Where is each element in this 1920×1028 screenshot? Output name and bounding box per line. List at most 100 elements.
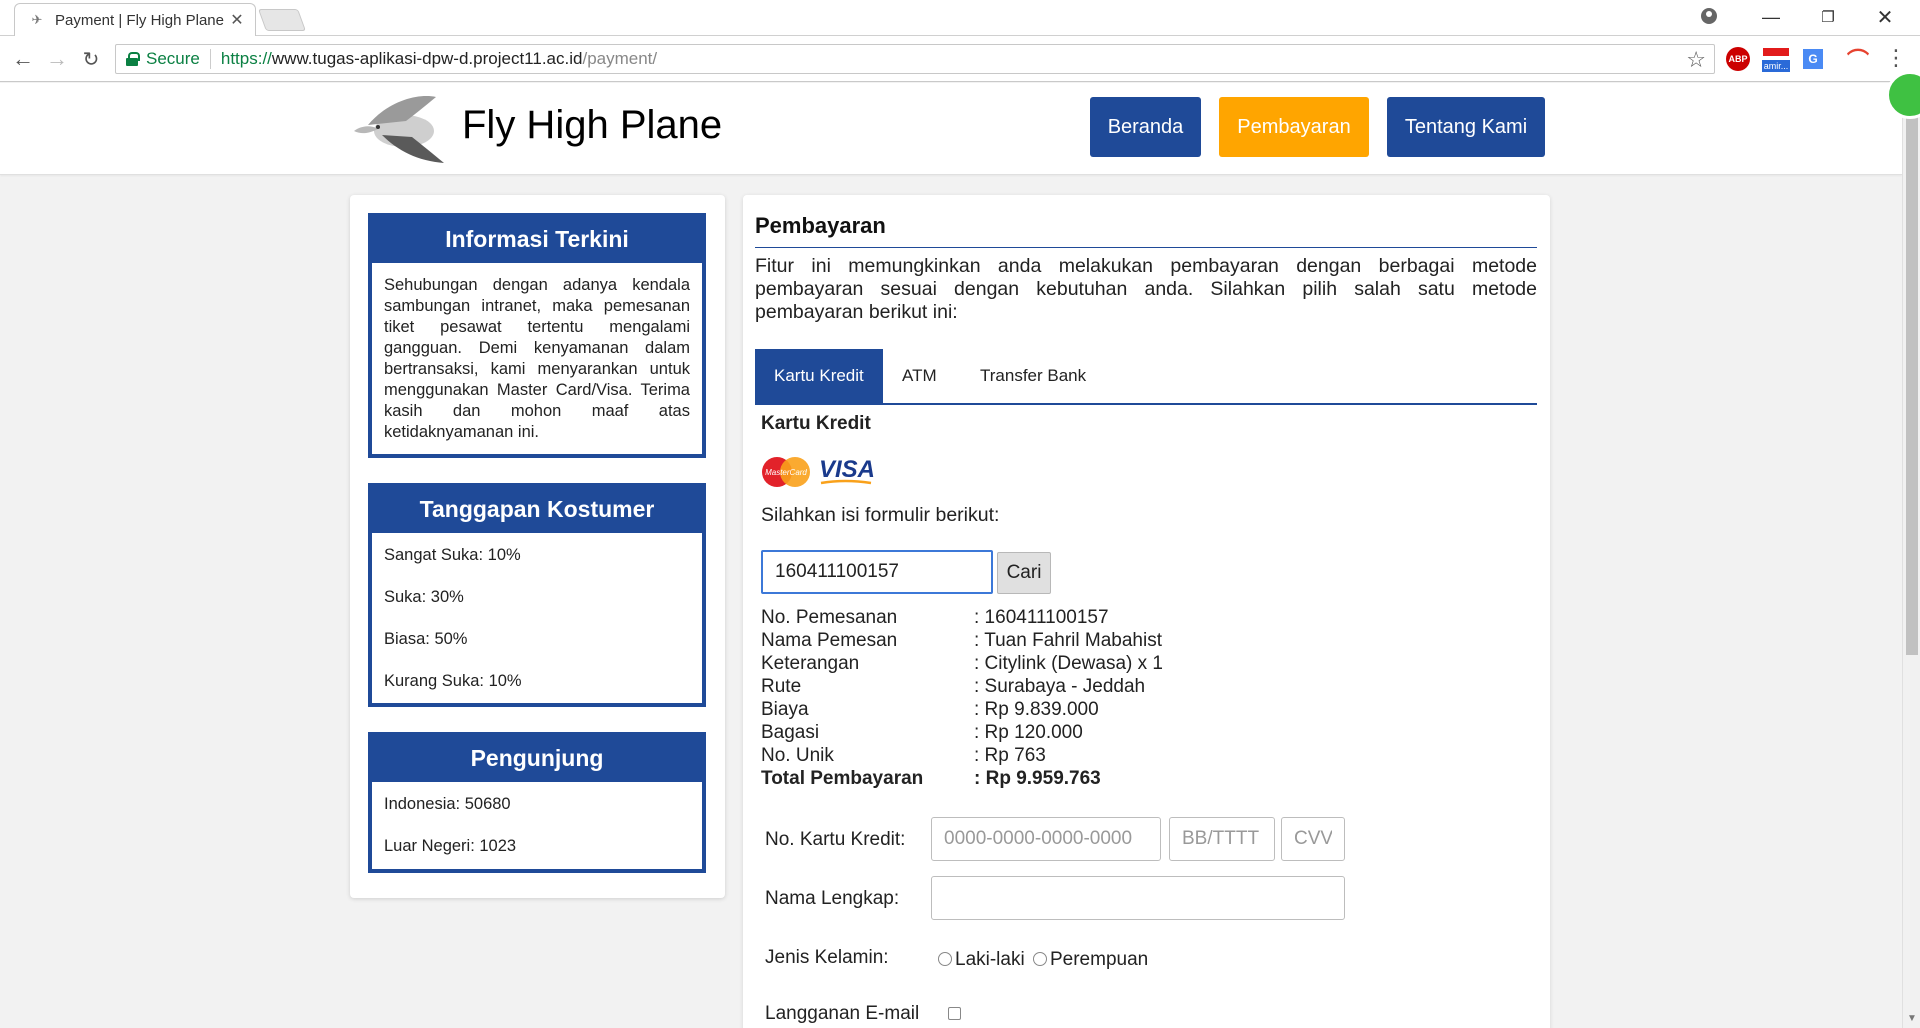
info-widget-text: Sehubungan dengan adanya kendala sambung… bbox=[384, 276, 690, 441]
page-scrollbar[interactable]: ▼ bbox=[1886, 71, 1920, 1028]
detail-label: No. Pemesanan bbox=[761, 607, 898, 628]
close-tab-icon[interactable]: ✕ bbox=[229, 10, 245, 30]
info-widget: Informasi Terkini Sehubungan dengan adan… bbox=[368, 213, 706, 458]
response-widget-title: Tanggapan Kostumer bbox=[372, 487, 702, 533]
url-host: www.tugas-aplikasi-dpw-d.project11.ac.id bbox=[271, 49, 583, 68]
close-window-icon[interactable]: ✕ bbox=[1857, 0, 1913, 34]
browser-tab[interactable]: ✈ Payment | Fly High Plane ✕ bbox=[14, 3, 256, 36]
gender-female-label: Perempuan bbox=[1049, 949, 1149, 970]
customer-response-widget: Tanggapan Kostumer Sangat Suka: 10% Suka… bbox=[368, 483, 706, 707]
new-tab-button[interactable] bbox=[257, 9, 307, 31]
search-button[interactable]: Cari bbox=[997, 552, 1051, 594]
page-viewport: Fly High Plane Beranda Pembayaran Tentan… bbox=[0, 83, 1902, 1028]
total-value: : Rp 9.959.763 bbox=[974, 768, 1101, 789]
detail-label: Rute bbox=[761, 676, 802, 697]
flag-extension-icon[interactable]: amir... bbox=[1760, 46, 1792, 74]
response-item: Kurang Suka: 10% bbox=[384, 672, 522, 690]
detail-row: Rute : Surabaya - Jeddah bbox=[761, 675, 1261, 698]
site-header: Fly High Plane Beranda Pembayaran Tentan… bbox=[0, 83, 1902, 175]
bookmark-star-icon[interactable]: ☆ bbox=[1686, 47, 1706, 73]
detail-row: Nama Pemesan : Tuan Fahril Mabahist bbox=[761, 629, 1261, 652]
detail-row: No. Unik : Rp 763 bbox=[761, 744, 1261, 767]
newsletter-checkbox[interactable] bbox=[948, 1007, 961, 1020]
expiry-input[interactable] bbox=[1169, 817, 1275, 861]
order-number-input[interactable] bbox=[761, 550, 993, 594]
sidebar: Informasi Terkini Sehubungan dengan adan… bbox=[350, 195, 725, 898]
detail-label: Bagasi bbox=[761, 722, 820, 743]
main-content: Pembayaran Fitur ini memungkinkan anda m… bbox=[743, 195, 1550, 1028]
extension-badge: amir... bbox=[1761, 60, 1791, 72]
detail-label: Nama Pemesan bbox=[761, 630, 898, 651]
payment-tabs: Kartu Kredit ATM Transfer Bank bbox=[755, 349, 1537, 405]
restore-icon[interactable]: ❐ bbox=[1800, 0, 1856, 34]
profile-icon[interactable] bbox=[1698, 5, 1720, 27]
order-details: No. Pemesanan : 160411100157 Nama Pemesan… bbox=[761, 606, 1261, 790]
total-row: Total Pembayaran : Rp 9.959.763 bbox=[761, 767, 1261, 790]
full-name-input[interactable] bbox=[931, 876, 1345, 920]
card-number-input[interactable] bbox=[931, 817, 1161, 861]
detail-label: No. Unik bbox=[761, 745, 834, 766]
detail-value: : 160411100157 bbox=[974, 607, 1109, 628]
back-icon[interactable]: ← bbox=[8, 44, 38, 74]
detail-value: : Rp 9.839.000 bbox=[974, 699, 1099, 720]
visa-text: VISA bbox=[819, 456, 875, 483]
gender-options: Laki-laki Perempuan bbox=[938, 949, 1148, 971]
translate-extension-icon[interactable]: G bbox=[1803, 49, 1823, 69]
response-item: Sangat Suka: 10% bbox=[384, 546, 521, 564]
detail-value: : Surabaya - Jeddah bbox=[974, 676, 1146, 697]
gender-male-radio[interactable] bbox=[938, 952, 952, 966]
gender-label: Jenis Kelamin: bbox=[765, 947, 889, 968]
gender-female-radio[interactable] bbox=[1032, 952, 1047, 966]
reload-icon[interactable]: ↻ bbox=[76, 44, 106, 74]
detail-value: : Citylink (Dewasa) x 1 bbox=[974, 653, 1163, 674]
minimize-icon[interactable]: — bbox=[1743, 0, 1799, 34]
url-scheme: https:// bbox=[220, 49, 272, 68]
total-label: Total Pembayaran bbox=[761, 768, 924, 789]
detail-row: Biaya : Rp 9.839.000 bbox=[761, 698, 1261, 721]
detail-label: Keterangan bbox=[761, 653, 860, 674]
forward-icon[interactable]: → bbox=[42, 44, 72, 74]
browser-toolbar: ← → ↻ Secure https:// www.tugas-aplikasi… bbox=[0, 36, 1920, 82]
detail-label: Biaya bbox=[761, 699, 809, 720]
visitor-item: Luar Negeri: 1023 bbox=[384, 837, 517, 855]
bird-logo-icon bbox=[354, 96, 444, 163]
browser-tabstrip: ✈ Payment | Fly High Plane ✕ — ❐ ✕ bbox=[0, 0, 1920, 36]
newsletter-label: Langganan E-mail bbox=[765, 1003, 920, 1024]
detail-value: : Rp 120.000 bbox=[974, 722, 1083, 743]
rainbow-extension-icon[interactable]: ⌒ bbox=[1845, 46, 1871, 73]
detail-value: : Rp 763 bbox=[974, 745, 1046, 766]
title-divider bbox=[755, 247, 1537, 248]
address-bar[interactable]: Secure https:// www.tugas-aplikasi-dpw-d… bbox=[115, 44, 1715, 74]
nav-pembayaran-button[interactable]: Pembayaran bbox=[1219, 97, 1369, 157]
response-item: Biasa: 50% bbox=[384, 630, 468, 648]
browser-menu-icon[interactable]: ⋮ bbox=[1885, 46, 1907, 70]
mastercard-text: MasterCard bbox=[765, 468, 807, 477]
info-widget-title: Informasi Terkini bbox=[372, 217, 702, 263]
nav-beranda-button[interactable]: Beranda bbox=[1090, 97, 1201, 157]
site-title: Fly High Plane bbox=[462, 103, 723, 147]
tab-title: Payment | Fly High Plane bbox=[55, 11, 224, 29]
mastercard-logo-icon: MasterCard bbox=[762, 457, 810, 487]
scrollbar-thumb[interactable] bbox=[1906, 105, 1918, 655]
visitor-widget-title: Pengunjung bbox=[372, 736, 702, 782]
detail-value: : Tuan Fahril Mabahist bbox=[974, 630, 1162, 651]
visitor-widget: Pengunjung Indonesia: 50680 Luar Negeri:… bbox=[368, 732, 706, 873]
cvv-input[interactable] bbox=[1281, 817, 1345, 861]
page-title: Pembayaran bbox=[755, 213, 886, 238]
tab-kartu-kredit[interactable]: Kartu Kredit bbox=[755, 349, 883, 403]
tab-transfer-bank[interactable]: Transfer Bank bbox=[961, 349, 1105, 403]
adblock-extension-icon[interactable]: ABP bbox=[1726, 47, 1750, 71]
lock-icon bbox=[126, 52, 140, 66]
detail-row: No. Pemesanan : 160411100157 bbox=[761, 606, 1261, 629]
detail-row: Bagasi : Rp 120.000 bbox=[761, 721, 1261, 744]
tab-atm[interactable]: ATM bbox=[883, 349, 956, 403]
full-name-label: Nama Lengkap: bbox=[765, 888, 900, 909]
scroll-down-arrow-icon[interactable]: ▼ bbox=[1907, 1013, 1917, 1024]
response-item: Suka: 30% bbox=[384, 588, 464, 606]
nav-tentang-kami-button[interactable]: Tentang Kami bbox=[1387, 97, 1545, 157]
url-path: /payment/ bbox=[582, 49, 658, 68]
section-title: Kartu Kredit bbox=[761, 413, 871, 434]
visa-logo-icon: VISA bbox=[819, 456, 875, 485]
card-logos: MasterCard VISA bbox=[762, 456, 875, 487]
intro-text: Fitur ini memungkinkan anda melakukan pe… bbox=[755, 255, 1537, 323]
